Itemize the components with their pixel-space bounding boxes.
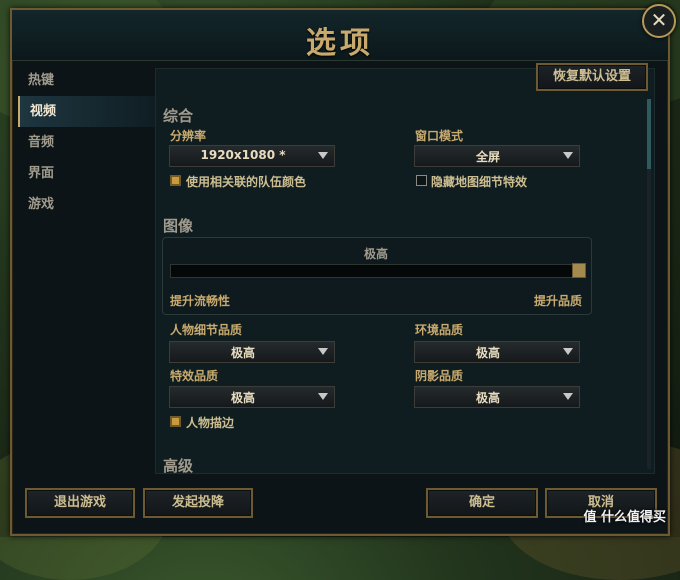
restore-defaults-button[interactable]: 恢复默认设置 (536, 63, 648, 91)
window-mode-label: 窗口模式 (415, 129, 464, 143)
chevron-down-icon (318, 152, 328, 159)
effects-quality-label: 特效品质 (170, 369, 219, 383)
shadow-quality-label: 阴影品质 (415, 369, 464, 383)
chevron-down-icon (563, 348, 573, 355)
hide-eyecandy-checkbox[interactable] (416, 175, 427, 186)
close-button[interactable]: ✕ (642, 4, 676, 38)
environment-quality-value: 极高 (475, 346, 500, 360)
character-outline-label: 人物描边 (186, 416, 235, 430)
hide-eyecandy-label: 隐藏地图细节特效 (431, 175, 528, 189)
slider-handle[interactable] (572, 263, 586, 278)
smoothness-hint: 提升流畅性 (170, 294, 231, 308)
chevron-down-icon (318, 348, 328, 355)
effects-quality-value: 极高 (230, 391, 255, 405)
graphics-preset-value: 极高 (364, 247, 389, 261)
settings-sidebar: 热键 视频 音频 界面 游戏 (18, 65, 158, 220)
ok-button[interactable]: 确定 (426, 488, 538, 518)
sidebar-item-game[interactable]: 游戏 (18, 189, 158, 220)
resolution-label: 分辨率 (170, 129, 207, 143)
resolution-value: 1920x1080 * (200, 148, 286, 162)
environment-quality-dropdown[interactable]: 极高 (414, 341, 580, 363)
sidebar-item-video[interactable]: 视频 (18, 96, 158, 127)
exit-game-button[interactable]: 退出游戏 (25, 488, 135, 518)
sidebar-item-interface[interactable]: 界面 (18, 158, 158, 189)
graphics-quality-slider[interactable] (170, 264, 586, 278)
graphics-section-title: 图像 (163, 217, 194, 235)
character-quality-value: 极高 (230, 346, 255, 360)
window-title: 选项 (306, 26, 374, 61)
chevron-down-icon (318, 393, 328, 400)
close-icon: ✕ (650, 8, 668, 32)
chevron-down-icon (563, 393, 573, 400)
advanced-section-title: 高级 (163, 457, 194, 475)
window-mode-dropdown[interactable]: 全屏 (414, 145, 580, 167)
resolution-dropdown[interactable]: 1920x1080 * (169, 145, 335, 167)
chevron-down-icon (563, 152, 573, 159)
quality-hint: 提升品质 (534, 294, 583, 308)
sidebar-item-hotkeys[interactable]: 热键 (18, 65, 158, 96)
character-quality-label: 人物细节品质 (170, 323, 243, 337)
general-section-title: 综合 (163, 107, 194, 125)
scrollbar-thumb[interactable] (647, 99, 651, 169)
character-quality-dropdown[interactable]: 极高 (169, 341, 335, 363)
watermark: 值 什么值得买 (583, 510, 666, 525)
surrender-button[interactable]: 发起投降 (143, 488, 253, 518)
effects-quality-dropdown[interactable]: 极高 (169, 386, 335, 408)
title-bar: 选项 (12, 10, 668, 61)
window-mode-value: 全屏 (475, 150, 500, 164)
environment-quality-label: 环境品质 (415, 323, 464, 337)
shadow-quality-dropdown[interactable]: 极高 (414, 386, 580, 408)
team-color-checkbox[interactable] (170, 175, 181, 186)
team-color-label: 使用相关联的队伍颜色 (186, 175, 307, 189)
sidebar-item-sound[interactable]: 音频 (18, 127, 158, 158)
character-outline-checkbox[interactable] (170, 416, 181, 427)
shadow-quality-value: 极高 (475, 391, 500, 405)
options-window: 选项 ✕ 热键 视频 音频 界面 游戏 恢复默认设置 综合 分辨率 1920x1… (10, 4, 676, 536)
